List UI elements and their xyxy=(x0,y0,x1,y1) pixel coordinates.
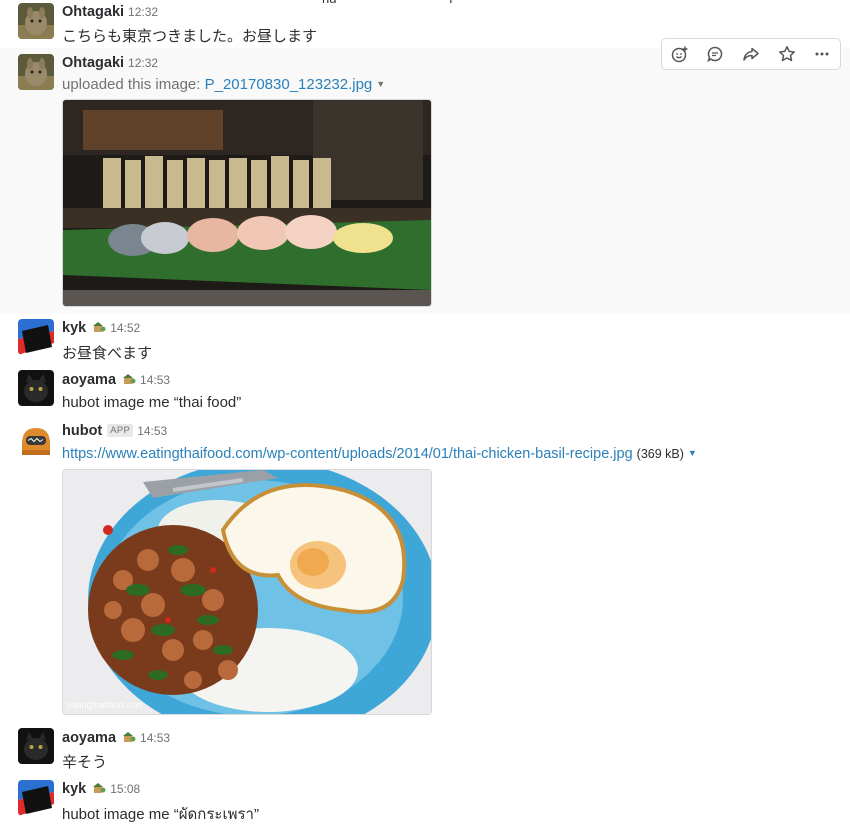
link-line: https://www.eatingthaifood.com/wp-conten… xyxy=(62,445,697,462)
message-item: hubot APP 14:53 https://www.eatingthaifood… xyxy=(0,418,850,718)
star-button[interactable] xyxy=(769,39,805,69)
avatar[interactable] xyxy=(18,3,54,39)
sender-name[interactable]: aoyama xyxy=(62,372,116,388)
avatar[interactable] xyxy=(18,728,54,764)
more-actions-button[interactable] xyxy=(804,39,840,69)
avatar[interactable] xyxy=(18,370,54,406)
house-with-garden-icon xyxy=(91,321,106,333)
comment-icon xyxy=(707,46,723,63)
chevron-down-icon[interactable]: ▼ xyxy=(688,448,697,458)
timestamp[interactable]: 14:52 xyxy=(110,321,140,335)
chevron-down-icon[interactable]: ▼ xyxy=(376,79,385,89)
sender-name[interactable]: Ohtagaki xyxy=(62,4,124,20)
avatar[interactable] xyxy=(18,54,54,90)
timestamp[interactable]: 15:08 xyxy=(110,782,140,796)
timestamp[interactable]: 14:53 xyxy=(140,373,170,387)
message-header: kyk 14:52 xyxy=(62,320,140,336)
upload-line: uploaded this image: P_20170830_123232.j… xyxy=(62,76,385,93)
sender-name[interactable]: kyk xyxy=(62,781,86,797)
sender-name[interactable]: hubot xyxy=(62,423,102,439)
message-header: Ohtagaki 12:32 xyxy=(62,4,158,20)
message-text: hubot image me “thai food” xyxy=(62,394,242,411)
sender-name[interactable]: Ohtagaki xyxy=(62,55,124,71)
app-badge: APP xyxy=(107,424,134,437)
comment-button[interactable] xyxy=(698,39,734,69)
message-item: kyk 14:52 お昼食べます xyxy=(0,314,850,366)
timestamp[interactable]: 14:53 xyxy=(137,424,167,438)
avatar[interactable] xyxy=(18,780,54,816)
unfurled-image[interactable]: eatingthaifood.com xyxy=(62,469,432,715)
message-item: Ohtagaki 12:32 uploaded this image: P_201… xyxy=(0,38,850,314)
house-with-garden-icon xyxy=(121,731,136,743)
share-icon xyxy=(743,47,759,61)
message-header: kyk 15:08 xyxy=(62,781,140,797)
file-link[interactable]: P_20170830_123232.jpg xyxy=(205,76,373,93)
house-with-garden-icon xyxy=(91,782,106,794)
image-url-link[interactable]: https://www.eatingthaifood.com/wp-conten… xyxy=(62,446,633,462)
avatar[interactable] xyxy=(18,319,54,355)
message-header: Ohtagaki 12:32 xyxy=(62,55,158,71)
message-text: お昼食べます xyxy=(62,345,153,362)
message-text: hubot image me “ผัดกระเพรา” xyxy=(62,806,259,823)
message-header: hubot APP 14:53 xyxy=(62,423,167,439)
share-button[interactable] xyxy=(733,39,769,69)
message-actions xyxy=(661,38,841,70)
house-with-garden-icon xyxy=(121,373,136,385)
add-reaction-icon xyxy=(671,46,688,63)
sender-name[interactable]: aoyama xyxy=(62,730,116,746)
message-header: aoyama 14:53 xyxy=(62,730,170,746)
star-icon xyxy=(778,46,795,62)
sender-name[interactable]: kyk xyxy=(62,320,86,336)
timestamp[interactable]: 12:32 xyxy=(128,5,158,19)
message-item: aoyama 14:53 辛そう xyxy=(0,724,850,776)
message-item: aoyama 14:53 hubot image me “thai food” xyxy=(0,366,850,418)
uploaded-image[interactable] xyxy=(62,99,432,307)
message-text: 辛そう xyxy=(62,754,108,771)
add-reaction-button[interactable] xyxy=(662,39,698,69)
message-text: こちらも東京つきました。お昼します xyxy=(62,28,318,45)
message-header: aoyama 14:53 xyxy=(62,372,170,388)
avatar[interactable] xyxy=(18,422,54,458)
file-size: (369 kB) xyxy=(636,447,684,461)
message-item: kyk 15:08 hubot image me “ผัดกระเพรา” xyxy=(0,776,850,823)
watermark: eatingthaifood.com xyxy=(67,700,143,710)
upload-prefix: uploaded this image: xyxy=(62,76,201,93)
timestamp[interactable]: 14:53 xyxy=(140,731,170,745)
more-icon xyxy=(815,52,829,56)
timestamp[interactable]: 12:32 xyxy=(128,56,158,70)
